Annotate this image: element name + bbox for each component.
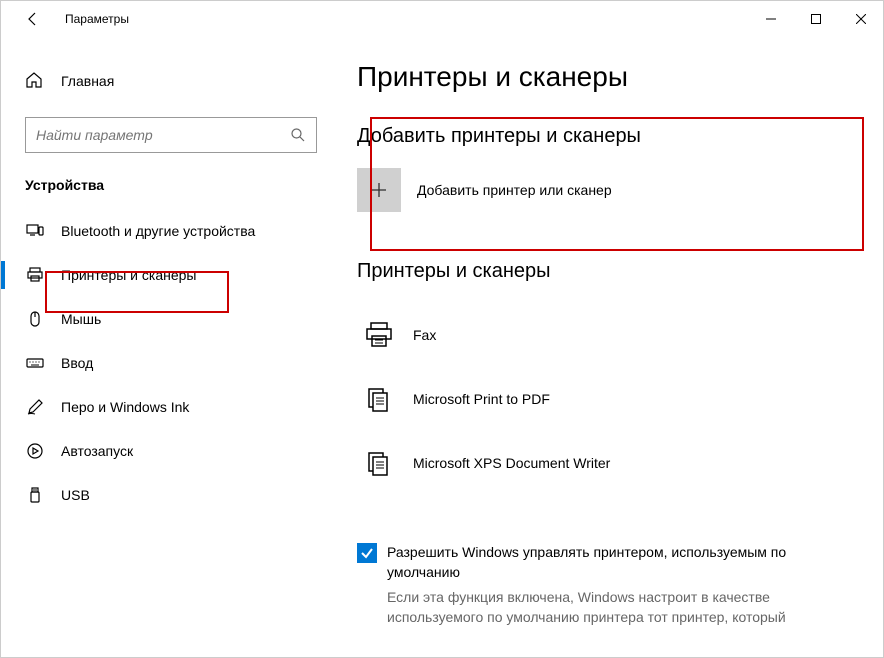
sidebar-home[interactable]: Главная [1, 61, 341, 101]
printer-label: Microsoft XPS Document Writer [413, 455, 610, 471]
sidebar-item-usb[interactable]: USB [1, 473, 341, 517]
add-printer-button[interactable]: Добавить принтер или сканер [357, 168, 851, 212]
plus-icon [357, 168, 401, 212]
minimize-icon [766, 14, 776, 24]
printer-label: Microsoft Print to PDF [413, 391, 550, 407]
sidebar-item-label: Мышь [61, 311, 101, 327]
arrow-left-icon [25, 11, 41, 27]
add-label: Добавить принтер или сканер [417, 182, 612, 198]
usb-icon [25, 485, 45, 505]
printer-label: Fax [413, 327, 436, 343]
printer-item-xps[interactable]: Microsoft XPS Document Writer [357, 431, 851, 495]
search-input[interactable] [36, 127, 290, 143]
minimize-button[interactable] [748, 3, 793, 35]
close-icon [856, 14, 866, 24]
keyboard-icon [25, 353, 45, 373]
autoplay-icon [25, 441, 45, 461]
default-printer-checkbox-row[interactable]: Разрешить Windows управлять принтером, и… [357, 543, 851, 582]
sidebar-item-label: Перо и Windows Ink [61, 399, 189, 415]
printer-item-pdf[interactable]: Microsoft Print to PDF [357, 367, 851, 431]
printer-xps-icon [357, 441, 401, 485]
home-icon [25, 71, 45, 91]
add-section-heading: Добавить принтеры и сканеры [357, 125, 851, 148]
maximize-button[interactable] [793, 3, 838, 35]
printer-item-fax[interactable]: Fax [357, 303, 851, 367]
printers-section-heading: Принтеры и сканеры [357, 260, 851, 283]
search-box[interactable] [25, 117, 317, 153]
sidebar-item-mouse[interactable]: Мышь [1, 297, 341, 341]
sidebar-home-label: Главная [61, 73, 114, 89]
devices-icon [25, 221, 45, 241]
sidebar-item-bluetooth[interactable]: Bluetooth и другие устройства [1, 209, 341, 253]
pen-icon [25, 397, 45, 417]
sidebar-item-printers[interactable]: Принтеры и сканеры [1, 253, 341, 297]
app-title: Параметры [65, 12, 129, 26]
checkbox-checked-icon[interactable] [357, 543, 377, 563]
window-controls [748, 3, 883, 35]
fax-icon [357, 313, 401, 357]
checkbox-label: Разрешить Windows управлять принтером, и… [387, 543, 851, 582]
sidebar-item-label: Автозапуск [61, 443, 133, 459]
close-button[interactable] [838, 3, 883, 35]
sidebar-item-label: Принтеры и сканеры [61, 267, 196, 283]
sidebar-item-label: USB [61, 487, 90, 503]
printer-icon [25, 265, 45, 285]
back-button[interactable] [17, 3, 49, 35]
mouse-icon [25, 309, 45, 329]
search-icon [290, 127, 306, 143]
sidebar: Главная Устройства Bluetooth и другие ус… [1, 37, 341, 657]
section-title: Устройства [1, 177, 341, 209]
sidebar-item-label: Ввод [61, 355, 93, 371]
maximize-icon [811, 14, 821, 24]
titlebar: Параметры [1, 1, 883, 37]
sidebar-item-pen[interactable]: Перо и Windows Ink [1, 385, 341, 429]
main-content: Принтеры и сканеры Добавить принтеры и с… [341, 37, 883, 657]
sidebar-item-label: Bluetooth и другие устройства [61, 223, 255, 239]
default-hint: Если эта функция включена, Windows настр… [387, 588, 851, 627]
page-title: Принтеры и сканеры [357, 61, 851, 93]
sidebar-item-autoplay[interactable]: Автозапуск [1, 429, 341, 473]
sidebar-item-typing[interactable]: Ввод [1, 341, 341, 385]
printer-pdf-icon [357, 377, 401, 421]
